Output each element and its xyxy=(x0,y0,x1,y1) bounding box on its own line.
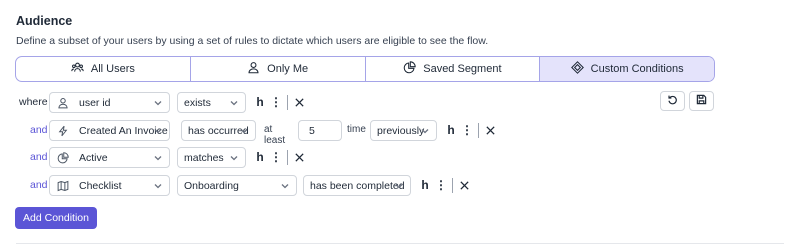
tab-label: Custom Conditions xyxy=(590,63,684,75)
add-condition-button[interactable]: Add Condition xyxy=(15,207,97,229)
user-icon xyxy=(56,96,70,110)
chevron-down-icon xyxy=(240,129,248,134)
branch-button[interactable]: h xyxy=(255,148,265,166)
operator-select[interactable]: has occurred xyxy=(181,120,256,141)
tab-label: Saved Segment xyxy=(423,63,502,75)
more-options-button[interactable]: ⋮ xyxy=(461,121,473,139)
flow-type-value: Checklist xyxy=(79,179,122,192)
more-options-button[interactable]: ⋮ xyxy=(270,148,282,166)
branch-button[interactable]: h xyxy=(420,176,430,194)
divider xyxy=(287,95,288,110)
chevron-down-icon xyxy=(154,184,162,189)
branch-button[interactable]: h xyxy=(446,121,456,139)
chevron-down-icon xyxy=(421,129,429,134)
branch-button[interactable]: h xyxy=(255,93,265,111)
property-value: user id xyxy=(79,96,111,109)
at-least-label: at least xyxy=(264,124,286,146)
remove-condition-button[interactable] xyxy=(293,148,305,166)
checklist-select[interactable]: Onboarding xyxy=(177,175,297,196)
save-icon xyxy=(696,92,707,110)
timeframe-value: previously xyxy=(377,124,425,137)
operator-select[interactable]: has been completed xyxy=(303,175,411,196)
tab-label: Only Me xyxy=(267,63,309,75)
tab-all-users[interactable]: All Users xyxy=(16,57,191,81)
condition-prefix: and xyxy=(30,124,48,136)
chevron-down-icon xyxy=(281,184,289,189)
undo-button[interactable] xyxy=(660,91,685,111)
segment-select[interactable]: Active xyxy=(49,147,170,168)
lightning-icon xyxy=(56,124,70,138)
chevron-down-icon xyxy=(395,184,403,189)
condition-prefix: and xyxy=(30,151,48,163)
users-icon xyxy=(71,61,84,77)
more-options-button[interactable]: ⋮ xyxy=(435,176,447,194)
remove-condition-button[interactable] xyxy=(293,93,305,111)
map-icon xyxy=(56,179,70,193)
segment-value: Active xyxy=(79,151,108,164)
tab-label: All Users xyxy=(90,63,135,75)
divider xyxy=(287,150,288,165)
section-description: Define a subset of your users by using a… xyxy=(16,35,489,47)
remove-condition-button[interactable] xyxy=(458,176,470,194)
save-button[interactable] xyxy=(689,91,714,111)
operator-select[interactable]: matches xyxy=(177,147,246,168)
operator-value: exists xyxy=(184,96,211,109)
checklist-value: Onboarding xyxy=(184,179,239,192)
undo-icon xyxy=(667,92,678,110)
chevron-down-icon xyxy=(154,129,162,134)
pie-chart-icon xyxy=(56,151,70,165)
tab-only-me[interactable]: Only Me xyxy=(191,57,366,81)
condition-prefix: where xyxy=(19,96,48,108)
flow-type-select[interactable]: Checklist xyxy=(49,175,170,196)
pie-chart-icon xyxy=(403,61,416,77)
remove-condition-button[interactable] xyxy=(484,121,496,139)
timeframe-select[interactable]: previously xyxy=(370,120,437,141)
condition-prefix: and xyxy=(30,179,48,191)
count-value: 5 xyxy=(309,124,315,137)
more-options-button[interactable]: ⋮ xyxy=(270,93,282,111)
diamond-icon xyxy=(570,61,584,77)
operator-value: matches xyxy=(184,151,224,164)
chevron-down-icon xyxy=(154,156,162,161)
chevron-down-icon xyxy=(230,156,238,161)
tab-saved-segment[interactable]: Saved Segment xyxy=(366,57,541,81)
divider xyxy=(478,123,479,138)
audience-type-selector: All Users Only Me Saved Segment Custom C… xyxy=(15,56,715,82)
chevron-down-icon xyxy=(154,101,162,106)
operator-value: has been completed xyxy=(310,179,405,192)
chevron-down-icon xyxy=(230,101,238,106)
property-select[interactable]: user id xyxy=(49,92,170,113)
event-select[interactable]: Created An Invoice xyxy=(49,120,170,141)
operator-select[interactable]: exists xyxy=(177,92,246,113)
tab-custom-conditions[interactable]: Custom Conditions xyxy=(540,57,714,81)
time-label: time xyxy=(347,124,366,135)
user-icon xyxy=(247,61,260,77)
divider xyxy=(16,243,784,244)
section-title: Audience xyxy=(16,14,73,28)
count-input[interactable]: 5 xyxy=(298,120,342,141)
divider xyxy=(452,178,453,193)
